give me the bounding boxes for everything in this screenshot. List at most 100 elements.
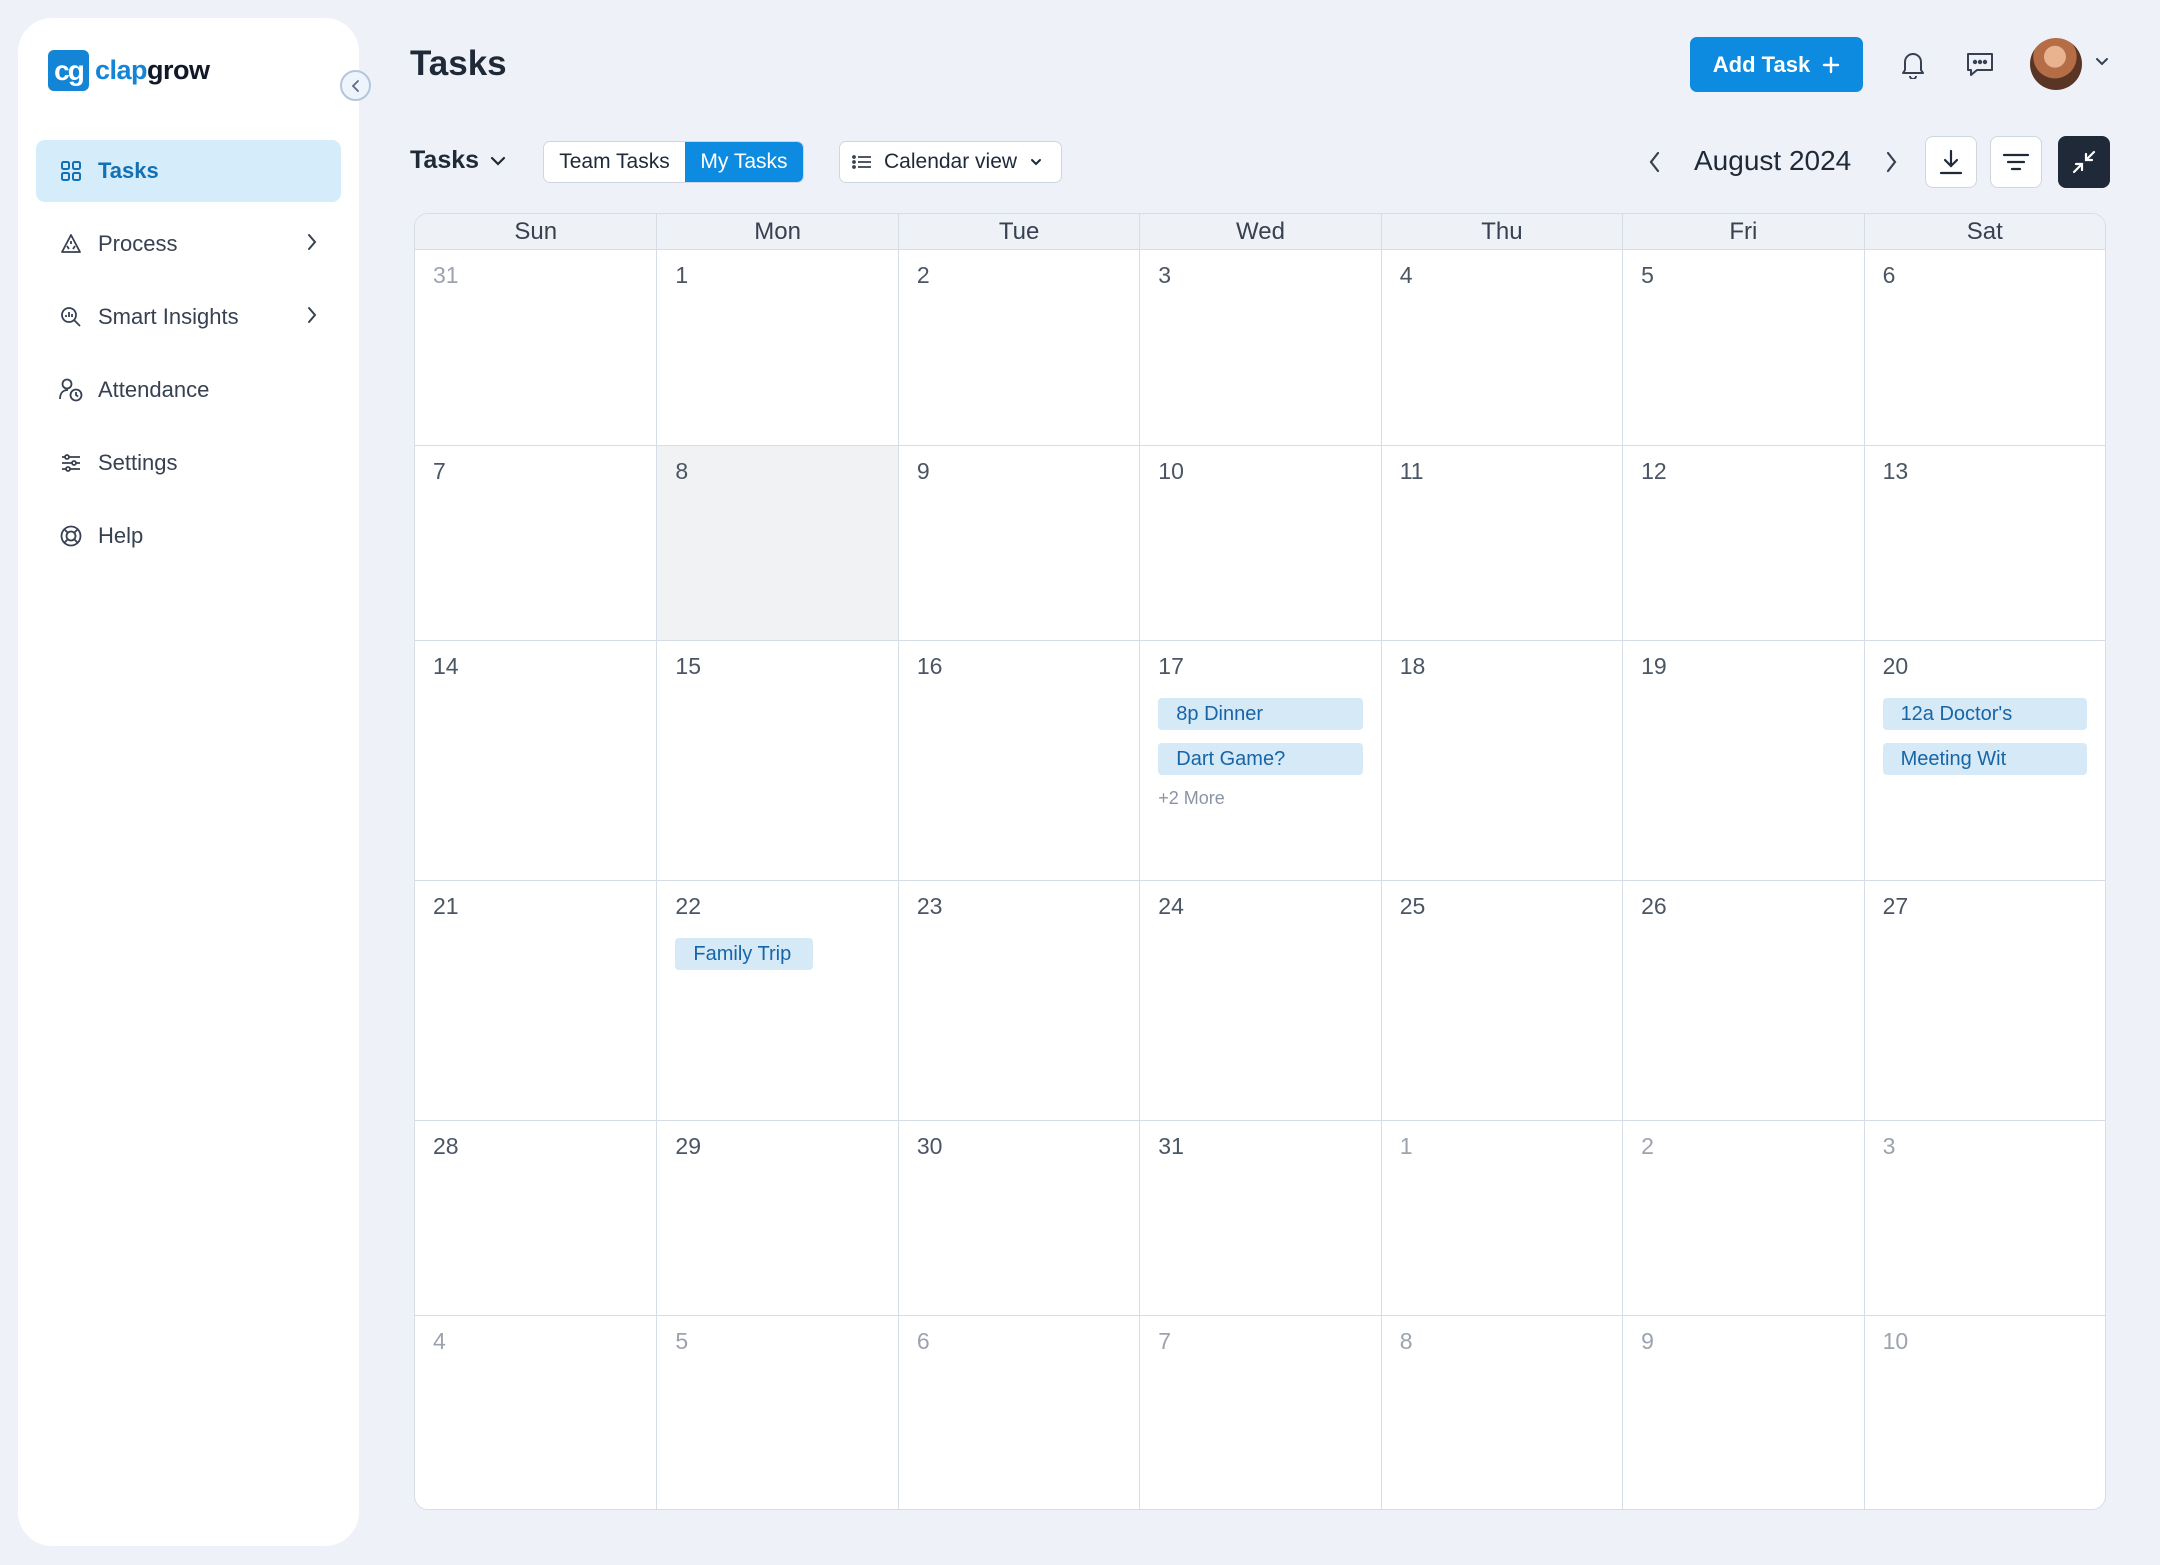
messages-button[interactable] [1960,44,2000,84]
weekday-sat: Sat [1863,214,2105,249]
calendar-day-cell[interactable]: 10 [1863,1315,2105,1509]
day-number: 11 [1399,458,1424,484]
tasks-dropdown[interactable]: Tasks [410,146,507,175]
calendar-day-cell[interactable]: 20 12a Doctor's Meeting Wit [1863,640,2105,880]
sidebar-item-attendance[interactable]: Attendance [36,359,341,421]
sidebar-item-process[interactable]: Process [36,213,341,275]
my-tasks-tab[interactable]: My Tasks [685,142,803,182]
event-chip[interactable]: Family Trip [675,938,814,970]
calendar-day-cell[interactable]: 2 [1622,1120,1864,1315]
event-chip[interactable]: Dart Game? [1158,743,1363,775]
chevron-down-icon [1031,159,1042,166]
day-number: 5 [675,1328,689,1354]
calendar-day-cell[interactable]: 4 [415,1315,657,1509]
event-chip[interactable]: 12a Doctor's [1882,698,2087,730]
calendar-day-cell[interactable]: 17 8p Dinner Dart Game? +2 More [1139,640,1381,880]
day-number: 13 [1882,458,1909,484]
task-scope-toggle: Team Tasks My Tasks [543,141,804,183]
calendar-day-cell[interactable]: 10 [1139,445,1381,640]
previous-month-button[interactable] [1646,148,1664,176]
weekday-wed: Wed [1139,214,1380,249]
calendar-day-cell[interactable]: 31 [1139,1120,1381,1315]
magnify-chart-icon [58,304,84,330]
calendar-day-cell[interactable]: 9 [897,445,1140,640]
chevron-down-icon [490,156,506,166]
plus-icon [1822,56,1840,73]
weekday-header: Sun Mon Tue Wed Thu Fri Sat [415,214,2105,250]
calendar-day-cell[interactable]: 27 [1863,880,2105,1120]
calendar-day-cell[interactable]: 8 [1380,1315,1623,1509]
calendar-day-cell[interactable]: 21 [415,880,657,1120]
calendar-day-cell[interactable]: 26 [1622,880,1864,1120]
calendar-day-cell[interactable]: 30 [897,1120,1140,1315]
sidebar-item-smart-insights[interactable]: Smart Insights [36,286,341,348]
month-grid: 31 1 2 3 4 5 6 7 8 9 10 11 12 13 14 15 16 17 8p Dinner Dart… [415,250,2105,1509]
calendar-day-cell[interactable]: 25 [1380,880,1623,1120]
day-number: 8 [675,458,689,484]
calendar-day-cell[interactable]: 16 [897,640,1140,880]
user-clock-icon [58,377,84,403]
team-tasks-tab[interactable]: Team Tasks [544,142,685,182]
calendar-day-cell[interactable]: 23 [897,880,1140,1120]
calendar-day-cell[interactable]: 7 [415,445,657,640]
day-number: 28 [433,1133,459,1159]
day-number: 14 [433,653,459,679]
calendar-day-cell[interactable]: 1 [1380,1120,1623,1315]
current-month-label: August 2024 [1694,145,1852,176]
event-chip[interactable]: 8p Dinner [1158,698,1363,730]
calendar-day-cell[interactable]: 1 [656,250,897,445]
sidebar-item-settings[interactable]: Settings [36,432,341,494]
day-number: 27 [1882,893,1909,919]
chevron-left-icon [351,79,359,92]
chevron-down-icon[interactable] [2094,55,2110,69]
app-logo[interactable]: cg clapgrow [48,50,210,91]
day-number: 5 [1641,262,1654,288]
sidebar-item-label: Process [98,231,178,256]
calendar-day-cell[interactable]: 11 [1380,445,1623,640]
calendar-day-cell[interactable]: 24 [1139,880,1381,1120]
day-number: 6 [916,1328,930,1354]
calendar-day-cell[interactable]: 28 [415,1120,657,1315]
calendar-day-cell[interactable]: 12 [1622,445,1864,640]
calendar-day-cell[interactable]: 2 [897,250,1139,445]
next-month-button[interactable] [1882,148,1900,176]
download-button[interactable] [1925,136,1977,188]
notifications-button[interactable] [1893,44,1933,84]
avatar[interactable] [2030,38,2082,90]
collapse-sidebar-button[interactable] [340,70,371,101]
calendar-day-cell[interactable]: 4 [1380,250,1622,445]
filter-button[interactable] [1990,136,2042,188]
calendar-day-cell[interactable]: 3 [1139,250,1380,445]
sidebar: cg clapgrow Tasks Process Smart Insights [18,18,371,1546]
sidebar-item-help[interactable]: Help [36,505,341,567]
calendar-day-cell[interactable]: 3 [1863,1120,2105,1315]
calendar-day-cell[interactable]: 15 [656,640,898,880]
sidebar-nav: Tasks Process Smart Insights Attendance [36,140,341,578]
calendar-day-cell[interactable]: 6 [1863,250,2105,445]
calendar-day-cell[interactable]: 8 [656,445,898,640]
sidebar-item-tasks[interactable]: Tasks [36,140,341,202]
calendar-day-cell[interactable]: 6 [897,1315,1140,1509]
view-dropdown[interactable]: Calendar view [839,141,1062,183]
calendar-day-cell[interactable]: 22 Family Trip [656,880,898,1120]
calendar-day-cell[interactable]: 5 [656,1315,898,1509]
calendar-day-cell[interactable]: 18 [1380,640,1623,880]
more-events-link[interactable]: +2 More [1158,788,1225,808]
weekday-thu: Thu [1380,214,1622,249]
day-number: 10 [1882,1328,1909,1354]
add-task-button[interactable]: Add Task [1690,37,1863,92]
calendar-day-cell[interactable]: 9 [1622,1315,1864,1509]
event-chip[interactable]: Meeting Wit [1882,743,2087,775]
collapse-view-button[interactable] [2058,136,2110,188]
calendar-day-cell[interactable]: 7 [1139,1315,1381,1509]
calendar-day-cell[interactable]: 13 [1863,445,2105,640]
download-icon [1939,149,1963,175]
day-number: 15 [675,653,702,679]
day-number: 7 [433,458,446,484]
calendar-day-cell[interactable]: 29 [656,1120,898,1315]
sidebar-item-label: Tasks [98,158,159,183]
calendar-day-cell[interactable]: 5 [1622,250,1863,445]
calendar-day-cell[interactable]: 14 [415,640,657,880]
calendar-day-cell[interactable]: 31 [415,250,656,445]
calendar-day-cell[interactable]: 19 [1622,640,1864,880]
